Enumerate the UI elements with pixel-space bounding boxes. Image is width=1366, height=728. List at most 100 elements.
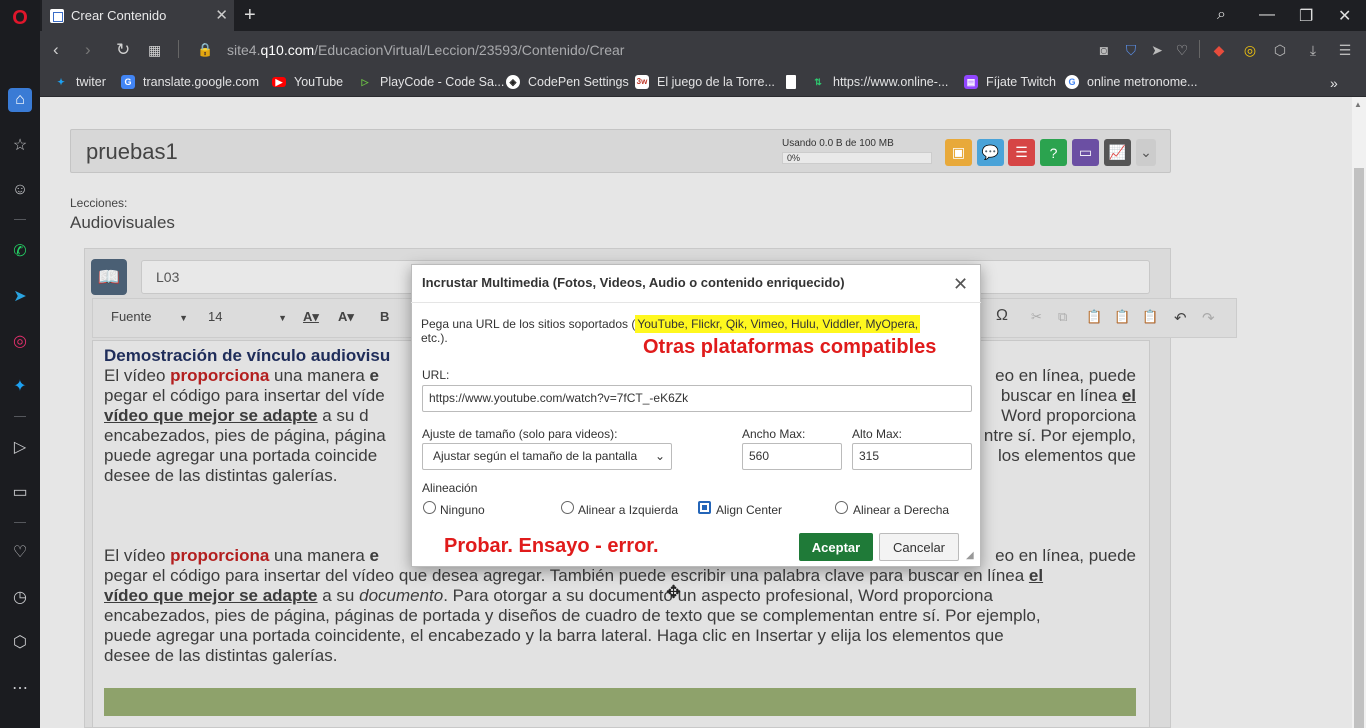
- copy-icon[interactable]: ⧉: [1058, 309, 1067, 325]
- cancel-button[interactable]: Cancelar: [879, 533, 959, 561]
- help-button[interactable]: ?: [1040, 139, 1067, 166]
- close-window-icon[interactable]: ✕: [1338, 6, 1351, 26]
- bookmark-online[interactable]: ⇅ https://www.online-...: [811, 75, 948, 89]
- annotation-platforms: Otras plataformas compatibles: [643, 336, 937, 358]
- resize-select-value: Ajustar según el tamaño de la pantalla: [433, 449, 638, 463]
- twitter-icon[interactable]: ✦: [8, 374, 32, 398]
- more-bookmarks-icon[interactable]: »: [1330, 75, 1338, 91]
- url-field[interactable]: site4.q10.com/EducacionVirtual/Leccion/2…: [227, 42, 624, 58]
- easy-setup-icon[interactable]: ☰: [1337, 42, 1353, 58]
- search-tabs-icon[interactable]: ⌕: [1217, 6, 1226, 24]
- paste-icon[interactable]: 📋: [1086, 309, 1102, 325]
- url-input[interactable]: https://www.youtube.com/watch?v=7fCT_-eK…: [422, 385, 972, 412]
- forward-icon[interactable]: ›: [85, 40, 91, 60]
- briefcase-button[interactable]: ▣: [945, 139, 972, 166]
- more-icon[interactable]: ⋯: [8, 676, 32, 700]
- align-right-radio[interactable]: [835, 501, 848, 514]
- font-family-select[interactable]: Fuente ▼: [111, 309, 188, 324]
- bookmark-playcode[interactable]: ▷ PlayCode - Code Sa...: [358, 75, 505, 89]
- star-icon[interactable]: ☆: [8, 133, 32, 157]
- bookmark-heart-icon[interactable]: ♡: [1174, 42, 1190, 58]
- send-icon[interactable]: ▷: [8, 435, 32, 459]
- telegram-icon[interactable]: ➤: [8, 284, 32, 308]
- download-icon[interactable]: ⤓: [1305, 42, 1321, 58]
- new-tab-icon[interactable]: +: [244, 4, 256, 27]
- cube-icon[interactable]: ⬡: [8, 630, 32, 654]
- codepen-icon: ◈: [506, 75, 520, 89]
- heart-icon[interactable]: ♡: [8, 540, 32, 564]
- bookmark-codepen[interactable]: ◈ CodePen Settings: [506, 75, 629, 89]
- minimize-icon[interactable]: —: [1259, 6, 1275, 24]
- arrows-icon: ⇅: [814, 77, 822, 87]
- scrollbar-thumb[interactable]: [1354, 168, 1364, 728]
- extensions-icon[interactable]: ⬡: [1272, 42, 1288, 58]
- align-left-radio[interactable]: [561, 501, 574, 514]
- extension-circle-icon[interactable]: ◎: [1242, 42, 1258, 58]
- adblock-shield-icon[interactable]: ⛉: [1123, 42, 1139, 58]
- annotation-trial: Probar. Ensayo - error.: [444, 535, 659, 557]
- smiley-icon[interactable]: ☺: [8, 178, 32, 202]
- whatsapp-icon[interactable]: ✆: [8, 239, 32, 263]
- resize-handle-icon[interactable]: ◢: [966, 550, 974, 561]
- bookmark-label: YouTube: [294, 75, 344, 89]
- bookmark-twitch[interactable]: ▤ Fíjate Twitch: [964, 75, 1056, 89]
- redo-icon[interactable]: ↷: [1202, 309, 1215, 327]
- table-button[interactable]: ☰: [1008, 139, 1035, 166]
- close-tab-icon[interactable]: ✕: [215, 6, 228, 24]
- dialog-title: Incrustar Multimedia (Fotos, Videos, Aud…: [422, 275, 845, 290]
- embed-media-dialog: [411, 264, 981, 567]
- sidebar-divider: [14, 416, 26, 417]
- bookmark-label: translate.google.com: [143, 75, 260, 89]
- height-input[interactable]: 315: [852, 443, 972, 470]
- lock-icon[interactable]: 🔒: [197, 42, 213, 58]
- storage-usage-text: Usando 0.0 B de 100 MB: [782, 138, 894, 149]
- align-none-radio[interactable]: [423, 501, 436, 514]
- bold-button[interactable]: B: [380, 309, 389, 324]
- chevron-down-icon: ⌄: [1140, 144, 1152, 160]
- extension-cube-icon[interactable]: ◆: [1211, 42, 1227, 58]
- paste-text-icon[interactable]: 📋: [1114, 309, 1130, 325]
- resize-select[interactable]: Ajustar según el tamaño de la pantalla ⌄: [422, 443, 672, 470]
- bg-color-icon[interactable]: A▾: [338, 309, 354, 325]
- bookmark-metronome[interactable]: Gonline metronome...: [1065, 75, 1197, 89]
- reload-icon[interactable]: ↻: [116, 40, 130, 60]
- tab-crear-contenido[interactable]: Crear Contenido ✕: [42, 0, 234, 31]
- dropdown-button[interactable]: ⌄: [1136, 139, 1156, 166]
- scroll-up-icon[interactable]: ▲: [1354, 100, 1362, 109]
- align-center-radio[interactable]: [698, 501, 711, 514]
- opera-logo-icon[interactable]: O: [8, 6, 32, 30]
- close-icon[interactable]: ✕: [953, 274, 968, 295]
- bookmark-page[interactable]: [786, 75, 804, 89]
- history-icon[interactable]: ◷: [8, 585, 32, 609]
- wallet-icon[interactable]: ▭: [8, 480, 32, 504]
- mouse-cursor-icon: ✥: [666, 582, 682, 602]
- sidebar-divider: [14, 522, 26, 523]
- font-size-select[interactable]: 14 ▼: [208, 309, 287, 324]
- page-icon: [786, 75, 796, 89]
- send-tab-icon[interactable]: ➤: [1149, 42, 1165, 58]
- cut-icon[interactable]: ✂: [1031, 309, 1042, 325]
- home-icon[interactable]: ⌂: [8, 88, 32, 112]
- restore-icon[interactable]: ❐: [1299, 6, 1313, 26]
- special-char-button[interactable]: Ω: [996, 307, 1008, 325]
- snapshot-icon[interactable]: ◙: [1096, 42, 1112, 58]
- width-input[interactable]: 560: [742, 443, 842, 470]
- url-prefix: site4.: [227, 42, 261, 58]
- bookmark-youtube[interactable]: ▶ YouTube: [272, 75, 343, 89]
- supported-sites-highlight: YouTube, Flickr, Qik, Vimeo, Hulu, Viddl…: [635, 315, 921, 333]
- dialog-divider: [411, 302, 981, 303]
- paste-word-icon[interactable]: 📋: [1142, 309, 1158, 325]
- stats-button[interactable]: 📈: [1104, 139, 1131, 166]
- text-color-icon[interactable]: A▾: [303, 309, 319, 325]
- instagram-icon[interactable]: ◎: [8, 329, 32, 353]
- bookmark-twiter[interactable]: ✦ twiter: [54, 75, 106, 89]
- undo-icon[interactable]: ↶: [1174, 309, 1187, 327]
- speed-dial-icon[interactable]: ▦: [148, 42, 161, 59]
- chat-button[interactable]: 💬: [977, 139, 1004, 166]
- embedded-media-placeholder[interactable]: [104, 688, 1136, 716]
- bookmark-translate[interactable]: Gtranslate.google.com: [121, 75, 259, 89]
- back-icon[interactable]: ‹: [53, 40, 59, 60]
- bookmark-torre[interactable]: 3w El juego de la Torre...: [635, 75, 775, 89]
- accept-button[interactable]: Aceptar: [799, 533, 873, 561]
- laptop-button[interactable]: ▭: [1072, 139, 1099, 166]
